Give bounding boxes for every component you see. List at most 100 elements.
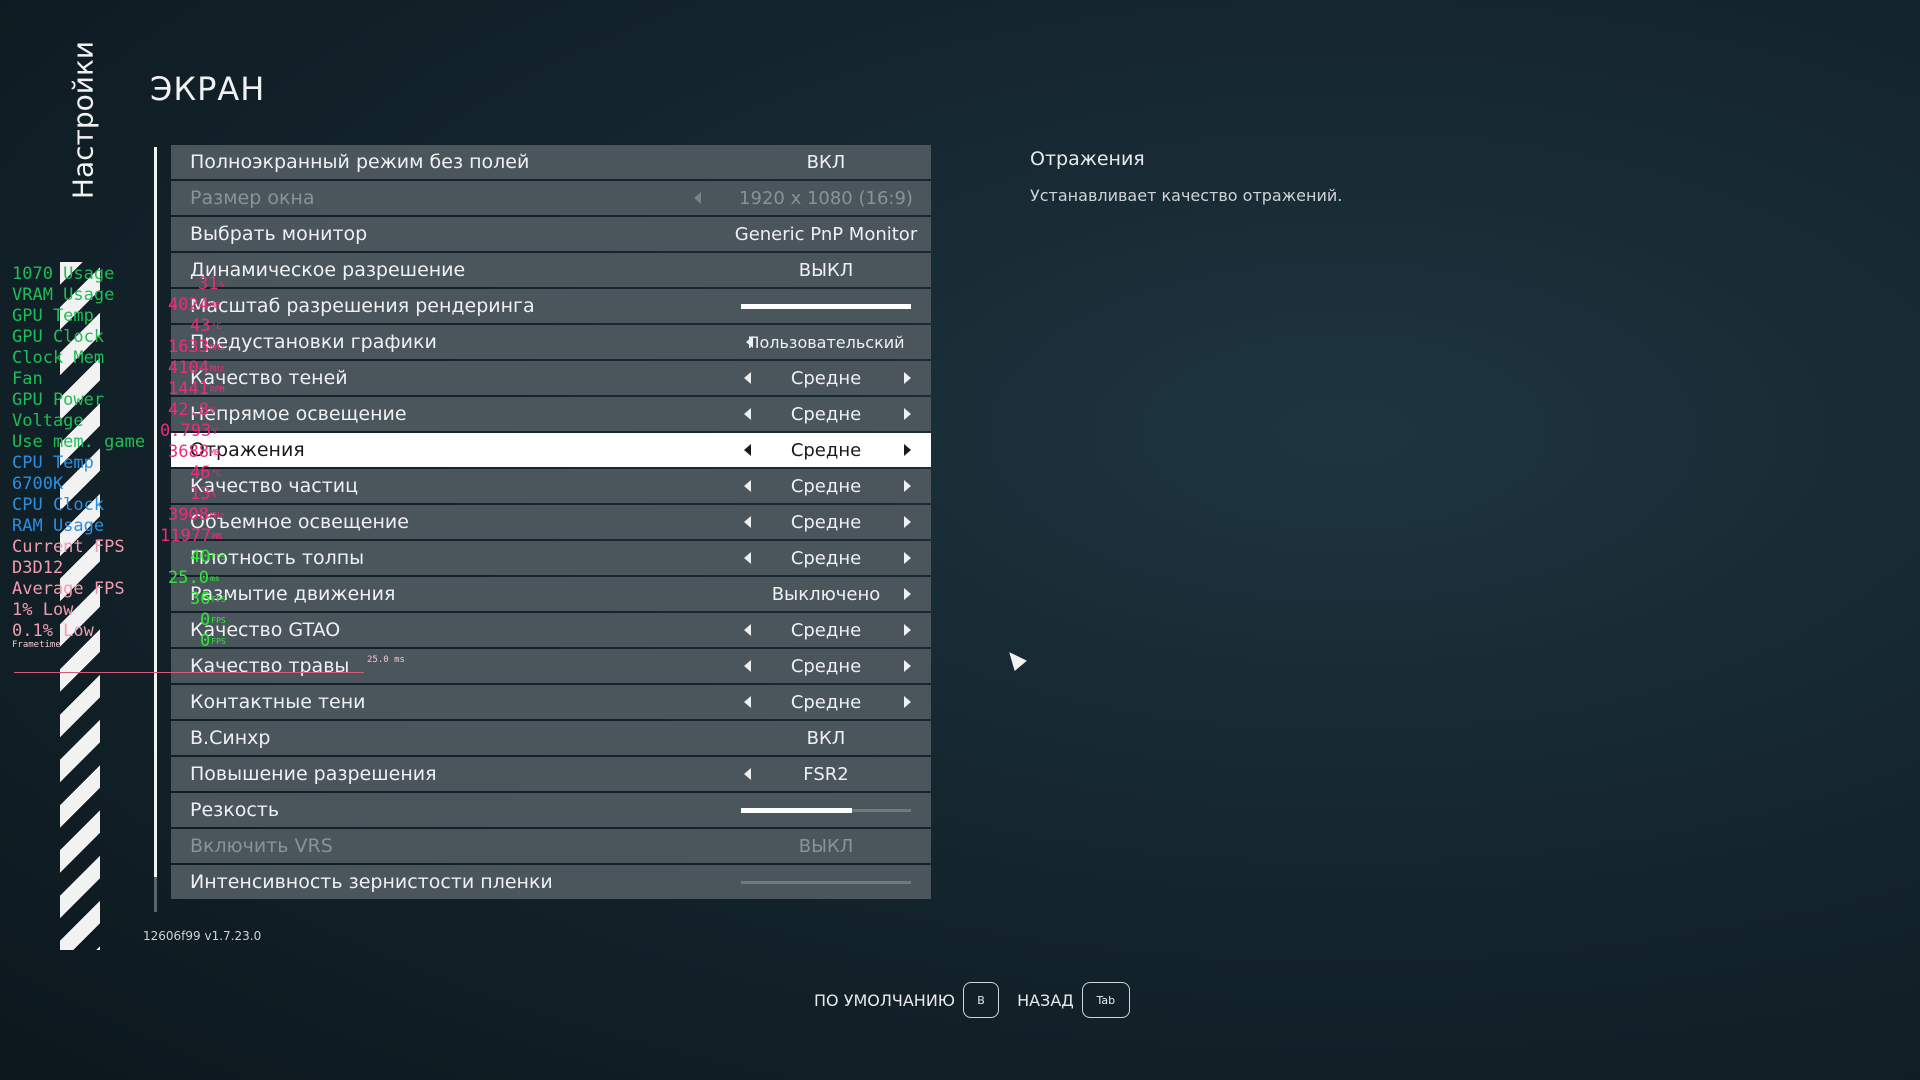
overlay-value: 3908 [168,505,209,525]
setting-label: Выбрать монитор [190,223,368,245]
overlay-unit: W [209,406,215,415]
overlay-value-row: 3908MHz [160,505,226,526]
arrow-left-icon[interactable] [744,408,751,420]
arrow-right-icon[interactable] [904,588,911,600]
arrow-right-icon[interactable] [904,696,911,708]
arrow-right-icon[interactable] [904,516,911,528]
overlay-value: 1633 [168,337,209,357]
setting-value: ВЫКЛ [798,835,854,857]
overlay-value-row: 42.8W [160,400,226,421]
default-key-button[interactable]: B [963,982,1000,1018]
setting-row[interactable]: Объемное освещение Средне [171,505,931,539]
frametime-graph [14,672,364,673]
setting-row[interactable]: Резкость [171,793,931,827]
scroll-track[interactable] [154,147,157,877]
overlay-label: 0.1% Low [12,621,94,641]
arrow-left-icon[interactable] [744,624,751,636]
overlay-unit: °C [211,469,222,478]
arrow-right-icon[interactable] [904,408,911,420]
setting-value: 1920 x 1080 (16:9) [739,187,913,209]
overlay-unit: FPS [211,553,226,562]
description-title: Отражения [1030,148,1145,170]
overlay-label: GPU Temp [12,306,94,326]
overlay-unit: MB [209,301,220,310]
setting-value: Выключено [771,583,881,605]
setting-label: Включить VRS [190,835,333,857]
setting-slider[interactable] [741,808,911,813]
overlay-label: 1070 Usage [12,264,115,284]
setting-label: Контактные тени [190,691,366,713]
arrow-left-icon[interactable] [746,336,753,348]
setting-row[interactable]: Контактные тени Средне [171,685,931,719]
arrow-left-icon[interactable] [744,444,751,456]
scroll-track-end [154,877,157,912]
arrow-left-icon[interactable] [744,372,751,384]
setting-row[interactable]: В.Синхр ВКЛ [171,721,931,755]
setting-row[interactable]: Выбрать монитор Generic PnP Monitor [171,217,931,251]
overlay-unit: V [212,427,218,436]
arrow-right-icon[interactable] [904,444,911,456]
setting-value: Средне [790,619,862,641]
setting-row[interactable]: Динамическое разрешение ВЫКЛ [171,253,931,287]
arrow-left-icon[interactable] [744,696,751,708]
overlay-label: CPU Clock [12,495,105,515]
arrow-right-icon[interactable] [904,624,911,636]
setting-row[interactable]: Непрямое освещение Средне [171,397,931,431]
back-key-button[interactable]: Tab [1081,982,1130,1018]
arrow-right-icon[interactable] [904,660,911,672]
overlay-value: 13 [190,484,211,504]
arrow-left-icon[interactable] [744,660,751,672]
setting-row[interactable]: Качество теней Средне [171,361,931,395]
setting-row[interactable]: Размытие движения Выключено [171,577,931,611]
setting-row[interactable]: Полноэкранный режим без полей ВКЛ [171,145,931,179]
overlay-label: 1% Low [12,600,74,620]
setting-row[interactable]: Качество травы Средне [171,649,931,683]
arrow-left-icon[interactable] [744,552,751,564]
overlay-value-row: 40FPS [160,547,226,568]
overlay-value: 3688 [168,442,209,462]
arrow-right-icon[interactable] [904,480,911,492]
setting-row[interactable]: Повышение разрешения FSR2 [171,757,931,791]
overlay-label: 6700K [12,474,64,494]
overlay-label: RAM Usage [12,516,105,536]
arrow-left-icon[interactable] [744,516,751,528]
frametime-label: Frametime [12,640,61,650]
setting-row[interactable]: Плотность толпы Средне [171,541,931,575]
setting-slider[interactable] [741,881,911,884]
setting-slider[interactable] [741,304,911,309]
setting-value: FSR2 [803,763,849,785]
overlay-unit: RPM [209,385,225,394]
arrow-left-icon[interactable] [744,480,751,492]
setting-row: Включить VRS ВЫКЛ [171,829,931,863]
overlay-unit: MB [209,448,220,457]
setting-row[interactable]: Предустановки графики Пользовательский [171,325,931,359]
arrow-right-icon[interactable] [904,552,911,564]
setting-row[interactable]: Качество частиц Средне [171,469,931,503]
overlay-value-row: 4024MB [160,295,226,316]
overlay-value: 36 [190,589,211,609]
setting-row[interactable]: Масштаб разрешения рендеринга [171,289,931,323]
overlay-value: 31 [198,274,219,294]
setting-row[interactable]: Отражения Средне [171,433,931,467]
performance-overlay-values: 31% 4024MB 43°C 1633MHz 4104MHz 1441RPM 42.8W 0… [160,274,226,652]
overlay-unit: FPS [211,637,226,646]
setting-value: Средне [790,511,862,533]
sidebar-title: Настройки [66,40,100,200]
footer-controls: ПО УМОЛЧАНИЮ B НАЗАД Tab [814,982,1130,1018]
overlay-value-row: 25.0ms [160,568,226,589]
overlay-value-row: 1441RPM [160,379,226,400]
setting-label: Полноэкранный режим без полей [190,151,530,173]
overlay-label: VRAM Usage [12,285,115,305]
performance-overlay-labels: 1070 Usage VRAM Usage GPU Temp GPU Clock Clo… [12,264,145,642]
default-label: ПО УМОЛЧАНИЮ [814,990,956,1010]
arrow-left-icon[interactable] [744,768,751,780]
setting-value: Средне [790,547,862,569]
overlay-value-row: 31% [160,274,226,295]
arrow-right-icon[interactable] [904,372,911,384]
setting-row[interactable]: Интенсивность зернистости пленки [171,865,931,899]
setting-row[interactable]: Качество GTAO Средне [171,613,931,647]
setting-label: Интенсивность зернистости пленки [190,871,553,893]
overlay-label: Voltage [12,411,84,431]
setting-value: Generic PnP Monitor [734,223,918,245]
overlay-label: CPU Temp [12,453,94,473]
